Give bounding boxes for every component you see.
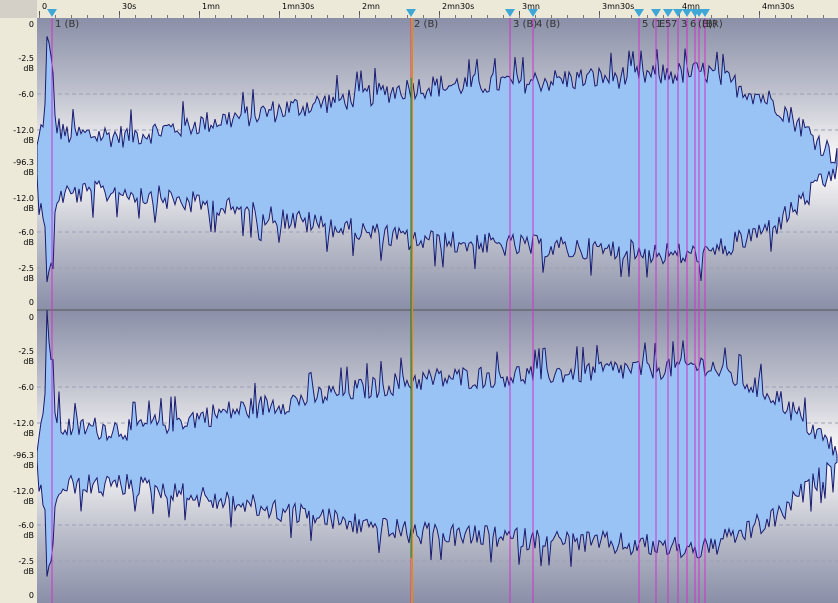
marker-label: 3: [681, 19, 688, 30]
marker-label: 5 (1.5: [642, 19, 672, 30]
marker-triangle-icon[interactable]: [663, 9, 673, 17]
db-label: dB: [23, 357, 34, 366]
ruler-tick-label: 2mn30s: [442, 2, 475, 11]
db-label: -12.0: [13, 487, 34, 496]
marker-label: 7: [671, 19, 678, 30]
db-label: dB: [23, 64, 34, 73]
ruler-tick-label: 1mn30s: [282, 2, 315, 11]
ruler-tick-label: 30s: [122, 2, 137, 11]
db-label: dB: [23, 136, 34, 145]
ruler-tick-label: 4mn30s: [762, 2, 795, 11]
db-label: -12.0: [13, 419, 34, 428]
waveform-canvas[interactable]: [37, 18, 838, 603]
marker-triangle-icon[interactable]: [700, 9, 710, 17]
db-label: dB: [23, 461, 34, 470]
marker-triangle-icon[interactable]: [47, 9, 57, 17]
db-label: dB: [23, 531, 34, 540]
db-label: 0: [28, 313, 34, 322]
time-ruler[interactable]: 0 30s 1mn 1mn30s 2mn 2mn30s 3mn 3mn30s 4mn 4mn30s: [37, 0, 838, 19]
marker-label: 6: [690, 19, 697, 30]
db-label: -6.0: [18, 383, 34, 392]
db-label: -2.5: [18, 347, 34, 356]
marker-label: E: [659, 19, 666, 30]
db-label: dB: [23, 429, 34, 438]
marker-triangle-icon[interactable]: [505, 9, 515, 17]
db-label: dB: [23, 238, 34, 247]
db-label: dB: [23, 567, 34, 576]
marker-label: (R): [708, 19, 723, 30]
ruler-tick-label: 2mn: [362, 2, 380, 11]
marker-label: 3 (B): [513, 19, 538, 30]
db-label: -6.0: [18, 521, 34, 530]
db-label: dB: [23, 274, 34, 283]
marker-triangle-icon[interactable]: [406, 9, 416, 17]
db-label: -6.0: [18, 228, 34, 237]
db-scale: 0 -2.5 dB -6.0 -12.0 dB -96.3 dB -12.0 dB -6.0 dB -2…: [0, 18, 38, 603]
db-label: -12.0: [13, 126, 34, 135]
wave-editor: 0 30s 1mn 1mn30s 2mn 2mn30s 3mn 3mn30s 4mn 4mn30s…: [0, 0, 838, 603]
db-label: 0: [28, 298, 34, 307]
db-label: -2.5: [18, 264, 34, 273]
ruler-corner: [0, 0, 38, 19]
marker-triangle-icon[interactable]: [528, 9, 538, 17]
db-label: dB: [23, 204, 34, 213]
db-label: -12.0: [13, 194, 34, 203]
db-label: -2.5: [18, 54, 34, 63]
marker-triangle-icon[interactable]: [634, 9, 644, 17]
marker-label: 2 (B): [414, 19, 439, 30]
marker-label: 4 (B): [536, 19, 561, 30]
db-label: 0: [28, 591, 34, 600]
db-label: dB: [23, 497, 34, 506]
db-label: -2.5: [18, 557, 34, 566]
db-label: dB: [23, 168, 34, 177]
db-label: -96.3: [13, 158, 34, 167]
db-label: -96.3: [13, 451, 34, 460]
marker-triangle-icon[interactable]: [651, 9, 661, 17]
ruler-tick-label: 3mn30s: [602, 2, 635, 11]
ruler-tick-label: 1mn: [202, 2, 220, 11]
waveform-view[interactable]: 1 (B) 2 (B) 3 (B) 4 (B) 5 (1.5 E 7 3 6 (B) (B) (R): [37, 18, 838, 603]
db-label: -6.0: [18, 90, 34, 99]
marker-label: 1 (B): [55, 19, 80, 30]
db-label: 0: [28, 20, 34, 29]
